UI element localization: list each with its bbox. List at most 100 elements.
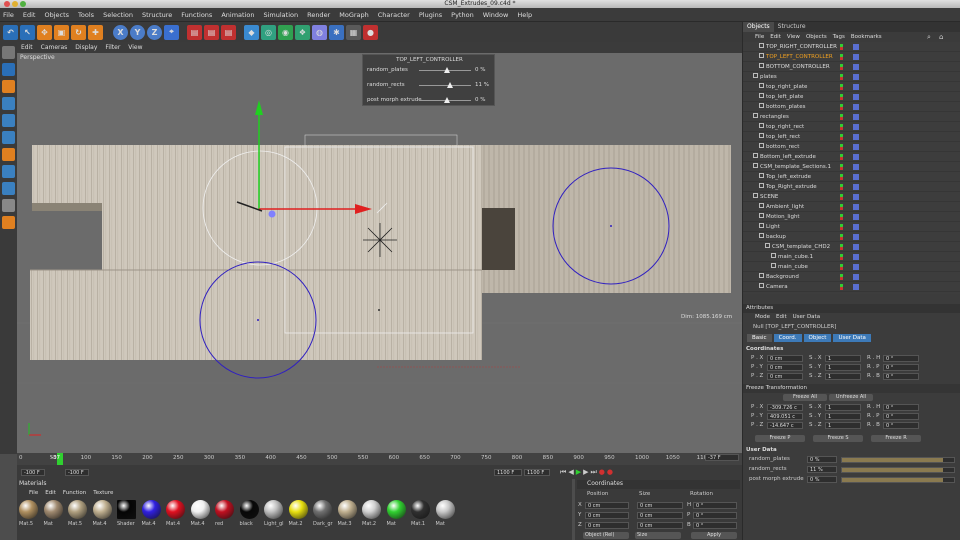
object-tag-icon[interactable] bbox=[853, 64, 859, 70]
tab-objects[interactable]: Objects bbox=[743, 22, 774, 32]
visibility-flags[interactable] bbox=[840, 224, 843, 230]
coordinate-mode-select[interactable]: Object (Rel) bbox=[583, 532, 629, 539]
material-swatch[interactable]: Mat bbox=[435, 500, 456, 538]
menu-tools[interactable]: Tools bbox=[78, 11, 94, 19]
visibility-flags[interactable] bbox=[840, 54, 843, 60]
tab-structure[interactable]: Structure bbox=[774, 22, 810, 32]
search-icon[interactable]: ⌕ bbox=[927, 33, 931, 42]
coord-rotation-field[interactable]: 0 ° bbox=[693, 512, 737, 519]
unfreeze-all-button[interactable]: Unfreeze All bbox=[829, 394, 873, 401]
visibility-flags[interactable] bbox=[840, 154, 843, 160]
visibility-flags[interactable] bbox=[840, 104, 843, 110]
object-tag-icon[interactable] bbox=[853, 284, 859, 290]
material-swatch[interactable]: Mat.4 bbox=[92, 500, 113, 538]
coord-size-field[interactable]: 0 cm bbox=[637, 522, 683, 529]
object-menu-edit[interactable]: Edit bbox=[770, 34, 781, 40]
apply-button[interactable]: Apply bbox=[691, 532, 737, 539]
object-row[interactable]: CSM_template_CHD2 bbox=[743, 242, 960, 252]
freeze-s-button[interactable]: Freeze S bbox=[813, 435, 863, 442]
axis-mode-icon[interactable] bbox=[2, 148, 15, 161]
user-data-slider[interactable] bbox=[841, 457, 955, 463]
visibility-flags[interactable] bbox=[840, 284, 843, 290]
array-icon[interactable]: ❖ bbox=[295, 24, 310, 40]
menu-render[interactable]: Render bbox=[307, 11, 330, 19]
visibility-flags[interactable] bbox=[840, 264, 843, 270]
controller-slider[interactable] bbox=[419, 67, 471, 73]
menu-selection[interactable]: Selection bbox=[103, 11, 133, 19]
object-row[interactable]: Top_Right_extrude bbox=[743, 182, 960, 192]
coord-size-field[interactable]: 0 cm bbox=[637, 512, 683, 519]
object-row[interactable]: backup bbox=[743, 232, 960, 242]
menu-objects[interactable]: Objects bbox=[44, 11, 69, 19]
visibility-flags[interactable] bbox=[840, 44, 843, 50]
controller-slider[interactable] bbox=[419, 82, 471, 88]
object-row[interactable]: BOTTOM_CONTROLLER bbox=[743, 62, 960, 72]
visibility-flags[interactable] bbox=[840, 74, 843, 80]
visibility-flags[interactable] bbox=[840, 194, 843, 200]
object-row[interactable]: Bottom_left_extrude bbox=[743, 152, 960, 162]
freeze-r-button[interactable]: Freeze R bbox=[871, 435, 921, 442]
record-icon[interactable]: ● bbox=[599, 468, 605, 477]
preview-end-field[interactable]: 1100 F bbox=[494, 469, 522, 476]
gizmo-z-handle[interactable] bbox=[268, 210, 276, 218]
viewport-menu-cameras[interactable]: Cameras bbox=[41, 44, 68, 51]
object-menu-tags[interactable]: Tags bbox=[833, 34, 845, 40]
rotate-icon[interactable]: ↻ bbox=[71, 24, 86, 40]
scale-field[interactable]: 1 bbox=[825, 404, 861, 411]
autokey-icon[interactable]: ● bbox=[607, 468, 613, 477]
material-swatch[interactable]: Dark_gr bbox=[313, 500, 333, 538]
object-tag-icon[interactable] bbox=[853, 204, 859, 210]
rot-field[interactable]: 0 ° bbox=[883, 422, 919, 429]
render-view-icon[interactable]: ▤ bbox=[187, 24, 202, 40]
object-tag-icon[interactable] bbox=[853, 154, 859, 160]
attribute-tab-basic[interactable]: Basic bbox=[747, 334, 772, 342]
menu-window[interactable]: Window bbox=[483, 11, 509, 19]
pos-field[interactable]: 0 cm bbox=[767, 364, 803, 371]
controller-hud-panel[interactable]: TOP_LEFT_CONTROLLER random_plates 0 % rand… bbox=[362, 54, 495, 106]
viewport-menu-filter[interactable]: Filter bbox=[105, 44, 120, 51]
material-swatch[interactable]: Mat.5 bbox=[68, 500, 88, 538]
deformer-icon[interactable]: ◍ bbox=[312, 24, 327, 40]
object-tag-icon[interactable] bbox=[853, 94, 859, 100]
menu-file[interactable]: File bbox=[3, 11, 14, 19]
object-row[interactable]: plates bbox=[743, 72, 960, 82]
minimize-icon[interactable] bbox=[12, 1, 18, 7]
object-tag-icon[interactable] bbox=[853, 44, 859, 50]
object-tag-icon[interactable] bbox=[853, 54, 859, 60]
menu-edit[interactable]: Edit bbox=[23, 11, 36, 19]
attribute-menu-edit[interactable]: Edit bbox=[776, 314, 787, 320]
object-row[interactable]: TOP_LEFT_CONTROLLER bbox=[743, 52, 960, 62]
object-row[interactable]: top_right_rect bbox=[743, 122, 960, 132]
end-frame-field[interactable]: 1100 F bbox=[524, 469, 550, 476]
object-row[interactable]: top_left_plate bbox=[743, 92, 960, 102]
lock-workplane-icon[interactable] bbox=[2, 216, 15, 229]
user-data-field[interactable]: 0 % bbox=[807, 476, 837, 483]
undo-icon[interactable]: ↶ bbox=[3, 24, 18, 40]
object-row[interactable]: bottom_rect bbox=[743, 142, 960, 152]
visibility-flags[interactable] bbox=[840, 244, 843, 250]
pos-field[interactable]: 0 cm bbox=[767, 373, 803, 380]
attribute-menu-user-data[interactable]: User Data bbox=[793, 314, 820, 320]
object-tag-icon[interactable] bbox=[853, 254, 859, 260]
object-row[interactable]: Camera bbox=[743, 282, 960, 292]
scale-field[interactable]: 1 bbox=[825, 422, 861, 429]
object-tag-icon[interactable] bbox=[853, 124, 859, 130]
menu-plugins[interactable]: Plugins bbox=[419, 11, 442, 19]
object-menu-view[interactable]: View bbox=[787, 34, 800, 40]
object-row[interactable]: rectangles bbox=[743, 112, 960, 122]
visibility-flags[interactable] bbox=[840, 134, 843, 140]
pos-field[interactable]: 0 cm bbox=[767, 355, 803, 362]
visibility-flags[interactable] bbox=[840, 144, 843, 150]
visibility-flags[interactable] bbox=[840, 64, 843, 70]
object-tag-icon[interactable] bbox=[853, 74, 859, 80]
coord-rotation-field[interactable]: 0 ° bbox=[693, 522, 737, 529]
close-icon[interactable] bbox=[4, 1, 10, 7]
scale-field[interactable]: 1 bbox=[825, 364, 861, 371]
add-icon[interactable]: ✚ bbox=[88, 24, 103, 40]
object-tag-icon[interactable] bbox=[853, 234, 859, 240]
coord-position-field[interactable]: 0 cm bbox=[585, 512, 629, 519]
axis-y-button[interactable]: Y bbox=[130, 24, 145, 40]
light-icon[interactable]: ● bbox=[363, 24, 378, 40]
object-tag-icon[interactable] bbox=[853, 114, 859, 120]
menu-functions[interactable]: Functions bbox=[181, 11, 212, 19]
